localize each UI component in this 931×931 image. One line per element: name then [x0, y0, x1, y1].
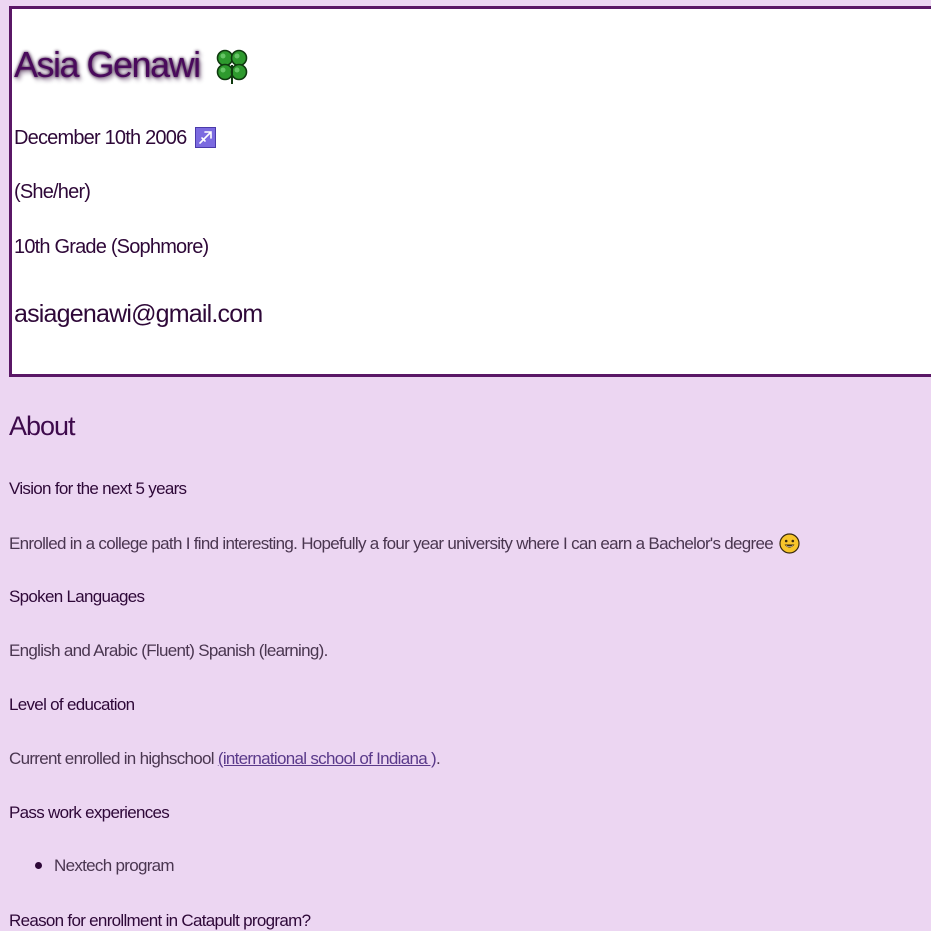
work-question: Pass work experiences: [9, 803, 170, 822]
email-address: asiagenawi@gmail.com: [14, 300, 263, 328]
list-item: Nextech program: [35, 856, 175, 875]
bullet-icon: [35, 862, 42, 869]
work-list: Nextech program: [35, 856, 175, 875]
vision-answer: Enrolled in a college path I find intere…: [9, 533, 800, 554]
sagittarius-icon: [195, 127, 217, 148]
work-item-text: Nextech program: [54, 856, 175, 875]
birthday-line: December 10th 2006: [14, 126, 217, 149]
pronouns: (She/her): [14, 181, 91, 203]
vision-answer-text: Enrolled in a college path I find intere…: [9, 534, 774, 553]
school-link[interactable]: (international school of Indiana ): [218, 750, 437, 767]
grade-level: 10th Grade (Sophmore): [14, 236, 209, 258]
education-answer-suffix: .: [436, 749, 441, 768]
reason-question: Reason for enrollment in Catapult progra…: [9, 911, 311, 930]
smiley-face-icon: [779, 533, 800, 554]
education-answer-prefix: Current enrolled in highschool: [9, 749, 215, 768]
languages-answer: English and Arabic (Fluent) Spanish (lea…: [9, 641, 328, 660]
languages-question: Spoken Languages: [9, 587, 145, 606]
education-answer: Current enrolled in highschool (internat…: [9, 749, 441, 768]
profile-name: Asia Genawi: [14, 45, 252, 85]
education-question: Level of education: [9, 695, 135, 714]
four-leaf-clover-icon: [212, 46, 252, 86]
about-heading: About: [9, 411, 76, 441]
birthday-text: December 10th 2006: [14, 126, 187, 149]
vision-question: Vision for the next 5 years: [9, 479, 187, 498]
profile-name-text: Asia Genawi: [14, 44, 201, 85]
profile-card: Asia Genawi December 10th 2006 (She/her)…: [9, 6, 931, 377]
